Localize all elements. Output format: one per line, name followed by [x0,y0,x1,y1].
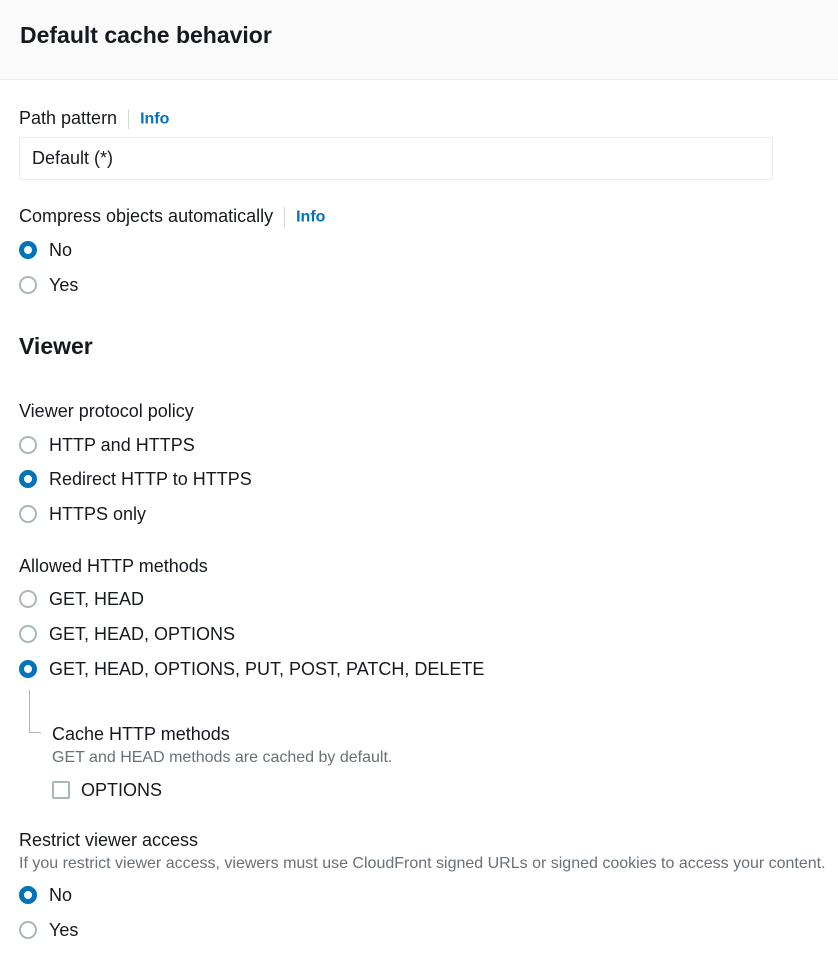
protocol-radio-http-https[interactable]: HTTP and HTTPS [19,432,195,458]
methods-radio-all[interactable]: GET, HEAD, OPTIONS, PUT, POST, PATCH, DE… [19,656,484,682]
radio-label: GET, HEAD, OPTIONS [49,624,236,644]
radio-label: GET, HEAD, OPTIONS, PUT, POST, PATCH, DE… [49,659,485,679]
tree-connector-line [29,732,41,733]
section-header: Default cache behavior [0,0,838,80]
radio-selected-icon[interactable] [19,241,37,259]
protocol-radio-https-only[interactable]: HTTPS only [19,501,146,527]
restrict-radio-no[interactable]: No [19,882,72,908]
radio-label: No [49,240,73,260]
cache-methods-description: GET and HEAD methods are cached by defau… [52,749,393,766]
compress-radio-no[interactable]: No [19,237,72,263]
divider [284,207,286,228]
compress-label: Compress objects automatically [19,206,274,226]
methods-radio-get-head-options[interactable]: GET, HEAD, OPTIONS [19,621,235,647]
radio-label: No [49,885,73,905]
path-pattern-info-link[interactable]: Info [140,110,169,127]
radio-label: Yes [49,920,79,940]
divider [128,109,130,130]
cache-methods-label: Cache HTTP methods [52,724,230,744]
checkbox-unchecked-icon[interactable] [52,781,70,799]
path-pattern-input[interactable]: Default (*) [19,137,773,180]
protocol-policy-label: Viewer protocol policy [19,401,194,421]
radio-selected-icon[interactable] [19,660,37,678]
protocol-radio-redirect[interactable]: Redirect HTTP to HTTPS [19,466,252,492]
radio-unselected-icon[interactable] [19,276,37,294]
path-pattern-value: Default (*) [32,148,114,168]
radio-selected-icon[interactable] [19,886,37,904]
section-title: Default cache behavior [20,22,272,48]
viewer-section-title: Viewer [19,333,93,359]
path-pattern-label: Path pattern [19,108,118,128]
path-pattern-label-group: Path pattern Info [19,106,169,131]
compress-info-link[interactable]: Info [296,208,325,225]
compress-label-group: Compress objects automatically Info [19,204,325,229]
restrict-access-label: Restrict viewer access [19,830,199,850]
restrict-radio-yes[interactable]: Yes [19,917,78,943]
radio-label: Yes [49,275,79,295]
tree-connector-line [29,690,30,732]
radio-unselected-icon[interactable] [19,921,37,939]
radio-unselected-icon[interactable] [19,625,37,643]
radio-unselected-icon[interactable] [19,436,37,454]
radio-label: HTTPS only [49,504,147,524]
radio-selected-icon[interactable] [19,470,37,488]
radio-unselected-icon[interactable] [19,505,37,523]
checkbox-label: OPTIONS [81,779,163,800]
radio-unselected-icon[interactable] [19,590,37,608]
allowed-methods-label: Allowed HTTP methods [19,556,208,576]
restrict-access-description: If you restrict viewer access, viewers m… [19,855,826,872]
radio-label: Redirect HTTP to HTTPS [49,469,252,489]
methods-radio-get-head[interactable]: GET, HEAD [19,586,144,612]
cache-options-checkbox-row[interactable]: OPTIONS [52,777,162,803]
radio-label: GET, HEAD [49,589,145,609]
radio-label: HTTP and HTTPS [49,435,195,455]
compress-radio-yes[interactable]: Yes [19,272,78,298]
